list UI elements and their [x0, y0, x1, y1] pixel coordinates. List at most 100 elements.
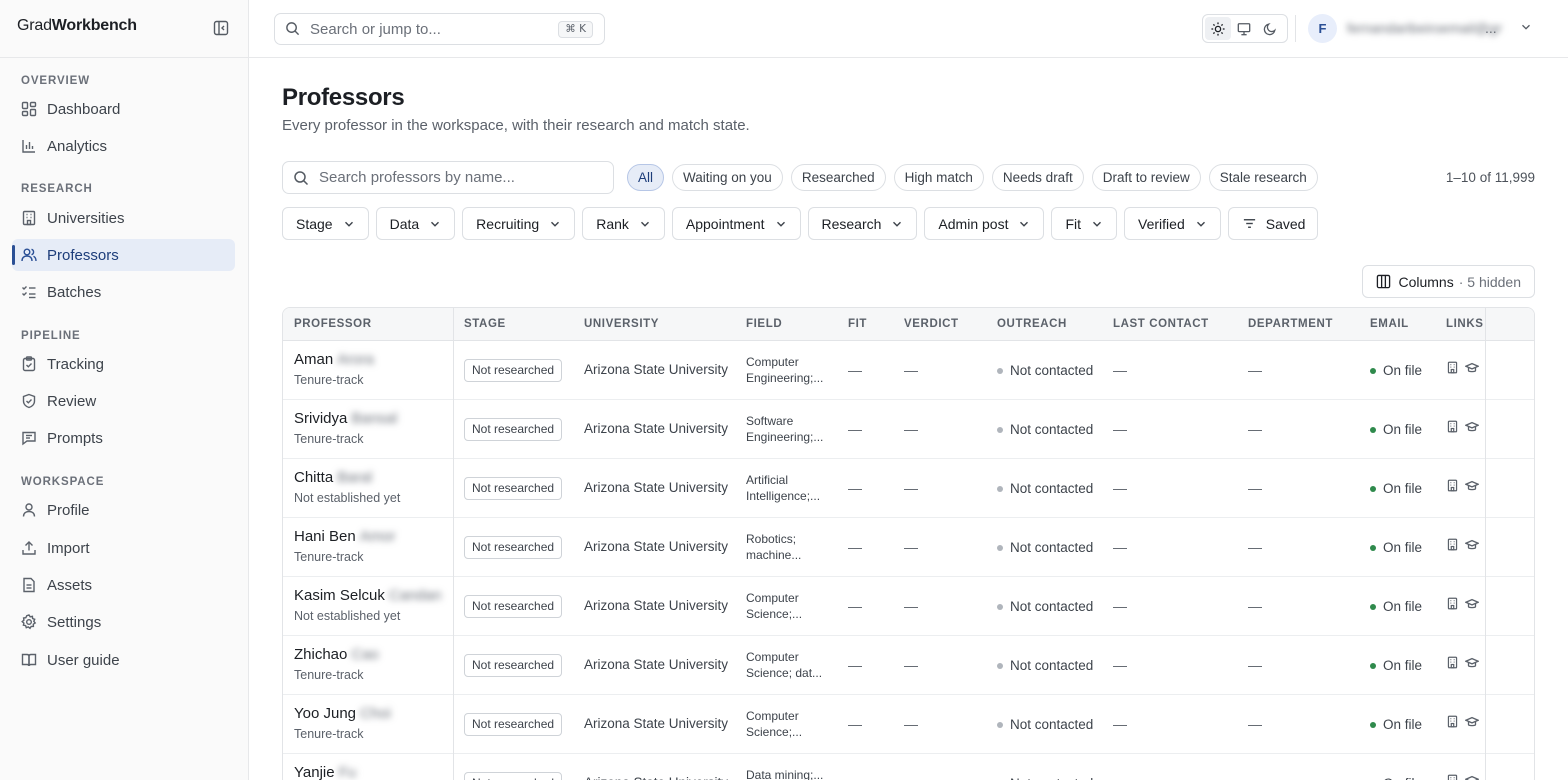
- building-icon[interactable]: [1446, 715, 1460, 729]
- columns-icon: [1376, 274, 1391, 289]
- chevron-down-icon[interactable]: [1519, 20, 1535, 36]
- filter-research[interactable]: Research: [807, 207, 918, 240]
- professor-rank: Tenure-track: [294, 550, 364, 564]
- graduation-cap-icon[interactable]: [1465, 715, 1479, 729]
- graduation-cap-icon[interactable]: [1465, 361, 1479, 375]
- sidebar-item-tracking[interactable]: Tracking: [12, 348, 235, 380]
- sidebar-item-dashboard[interactable]: Dashboard: [12, 93, 235, 125]
- graduation-cap-icon[interactable]: [1465, 479, 1479, 493]
- chip-stale-research[interactable]: Stale research: [1208, 164, 1318, 191]
- fit-value: —: [848, 598, 862, 614]
- table-row[interactable]: Aman Arora Tenure-track Not researched Arizo…: [283, 341, 1534, 400]
- chip-high-match[interactable]: High match: [893, 164, 984, 191]
- filter-fit[interactable]: Fit: [1051, 207, 1118, 240]
- filter-rank[interactable]: Rank: [582, 207, 665, 240]
- graduation-cap-icon[interactable]: [1465, 538, 1479, 552]
- sidebar-item-import[interactable]: Import: [12, 532, 235, 564]
- stage-badge: Not researched: [464, 418, 563, 441]
- professor-name[interactable]: Yanjie Fu: [294, 764, 356, 780]
- column-header-verdict[interactable]: VERDICT: [904, 318, 959, 330]
- chip-researched[interactable]: Researched: [790, 164, 886, 191]
- brand-logo[interactable]: GradWorkbench: [17, 17, 137, 35]
- chip-waiting-on-you[interactable]: Waiting on you: [672, 164, 783, 191]
- building-icon[interactable]: [1446, 361, 1460, 375]
- chip-needs-draft[interactable]: Needs draft: [991, 164, 1084, 191]
- table-row[interactable]: Zhichao Cao Tenure-track Not researched Ariz…: [283, 636, 1534, 695]
- gear-icon: [20, 613, 38, 631]
- column-header-department[interactable]: DEPARTMENT: [1248, 318, 1333, 330]
- sidebar-item-label: Review: [47, 392, 97, 410]
- chip-all[interactable]: All: [627, 164, 665, 191]
- profile-links: [1446, 597, 1479, 611]
- sidebar-item-user-guide[interactable]: User guide: [12, 644, 235, 676]
- professor-name[interactable]: Zhichao Cao: [294, 646, 379, 663]
- graduation-cap-icon[interactable]: [1465, 774, 1479, 780]
- filter-verified[interactable]: Verified: [1124, 207, 1221, 240]
- table-row[interactable]: Chitta Baral Not established yet Not resear…: [283, 459, 1534, 518]
- column-header-last-contact[interactable]: LAST CONTACT: [1113, 318, 1209, 330]
- filter-stage[interactable]: Stage: [282, 207, 369, 240]
- sidebar-item-settings[interactable]: Settings: [12, 606, 235, 638]
- column-header-university[interactable]: UNIVERSITY: [584, 318, 659, 330]
- graduation-cap-icon[interactable]: [1465, 420, 1479, 434]
- professor-name[interactable]: Yoo Jung Choi: [294, 705, 391, 722]
- sidebar-item-professors[interactable]: Professors: [12, 239, 235, 271]
- fit-value: —: [848, 657, 862, 673]
- sun-icon[interactable]: [1205, 17, 1231, 40]
- status-dot: [997, 485, 1003, 492]
- building-icon[interactable]: [1446, 656, 1460, 670]
- column-header-professor[interactable]: PROFESSOR: [294, 318, 372, 330]
- filter-recruiting[interactable]: Recruiting: [462, 207, 576, 240]
- saved-filters-button[interactable]: Saved: [1227, 207, 1319, 240]
- professor-name[interactable]: Aman Arora: [294, 351, 374, 368]
- department-value: —: [1248, 657, 1262, 673]
- building-icon[interactable]: [1446, 479, 1460, 493]
- table-row[interactable]: Hani Ben Amor Tenure-track Not researched Ar…: [283, 518, 1534, 577]
- building-icon[interactable]: [1446, 774, 1460, 780]
- global-search-input[interactable]: Search or jump to... ⌘ K: [274, 13, 605, 45]
- sidebar-collapse-icon[interactable]: [211, 18, 231, 38]
- last-contact-value: —: [1113, 539, 1127, 555]
- column-header-outreach[interactable]: OUTREACH: [997, 318, 1067, 330]
- graduation-cap-icon[interactable]: [1465, 656, 1479, 670]
- professor-name[interactable]: Chitta Baral: [294, 469, 372, 486]
- building-icon[interactable]: [1446, 420, 1460, 434]
- column-header-email[interactable]: EMAIL: [1370, 318, 1409, 330]
- sidebar-item-analytics[interactable]: Analytics: [12, 130, 235, 162]
- account-email[interactable]: fernandaribeiroemail@gmail.com: [1347, 20, 1502, 38]
- graduation-cap-icon[interactable]: [1465, 597, 1479, 611]
- table-row[interactable]: Yoo Jung Choi Tenure-track Not researched Ar…: [283, 695, 1534, 754]
- building-icon[interactable]: [1446, 538, 1460, 552]
- professor-search-input[interactable]: Search professors by name...: [282, 161, 614, 194]
- building-icon[interactable]: [1446, 597, 1460, 611]
- moon-icon[interactable]: [1257, 17, 1283, 40]
- quick-filter-chips: All Waiting on you Researched High match…: [627, 164, 1318, 191]
- avatar[interactable]: F: [1308, 14, 1337, 43]
- filter-lines-icon: [1242, 216, 1257, 231]
- table-row[interactable]: YanjieFuTenure-trackNot researchedArizon…: [283, 754, 1534, 780]
- column-header-stage[interactable]: STAGE: [464, 318, 506, 330]
- filter-label: Data: [389, 215, 420, 232]
- sidebar-item-prompts[interactable]: Prompts: [12, 422, 235, 454]
- column-header-links[interactable]: LINKS: [1446, 318, 1484, 330]
- filter-admin-post[interactable]: Admin post: [924, 207, 1045, 240]
- professor-name[interactable]: Srividya Bansal: [294, 410, 397, 427]
- table-row[interactable]: Kasim Selcuk Candan Not established yet Not…: [283, 577, 1534, 636]
- column-header-field[interactable]: FIELD: [746, 318, 782, 330]
- table-row[interactable]: Srividya Bansal Tenure-track Not researched…: [283, 400, 1534, 459]
- professor-last-name: Choi: [360, 705, 391, 722]
- filter-data[interactable]: Data: [375, 207, 456, 240]
- professor-name[interactable]: Kasim Selcuk Candan: [294, 587, 441, 604]
- sidebar-item-universities[interactable]: Universities: [12, 202, 235, 234]
- sidebar-item-profile[interactable]: Profile: [12, 494, 235, 526]
- sidebar-item-batches[interactable]: Batches: [12, 276, 235, 308]
- upload-icon: [20, 539, 38, 557]
- column-header-fit[interactable]: FIT: [848, 318, 867, 330]
- chip-draft-to-review[interactable]: Draft to review: [1091, 164, 1201, 191]
- monitor-icon[interactable]: [1231, 17, 1257, 40]
- professor-name[interactable]: Hani Ben Amor: [294, 528, 396, 545]
- sidebar-item-review[interactable]: Review: [12, 385, 235, 417]
- sidebar-item-assets[interactable]: Assets: [12, 569, 235, 601]
- filter-appointment[interactable]: Appointment: [671, 207, 801, 240]
- columns-button[interactable]: Columns · 5 hidden: [1362, 265, 1535, 298]
